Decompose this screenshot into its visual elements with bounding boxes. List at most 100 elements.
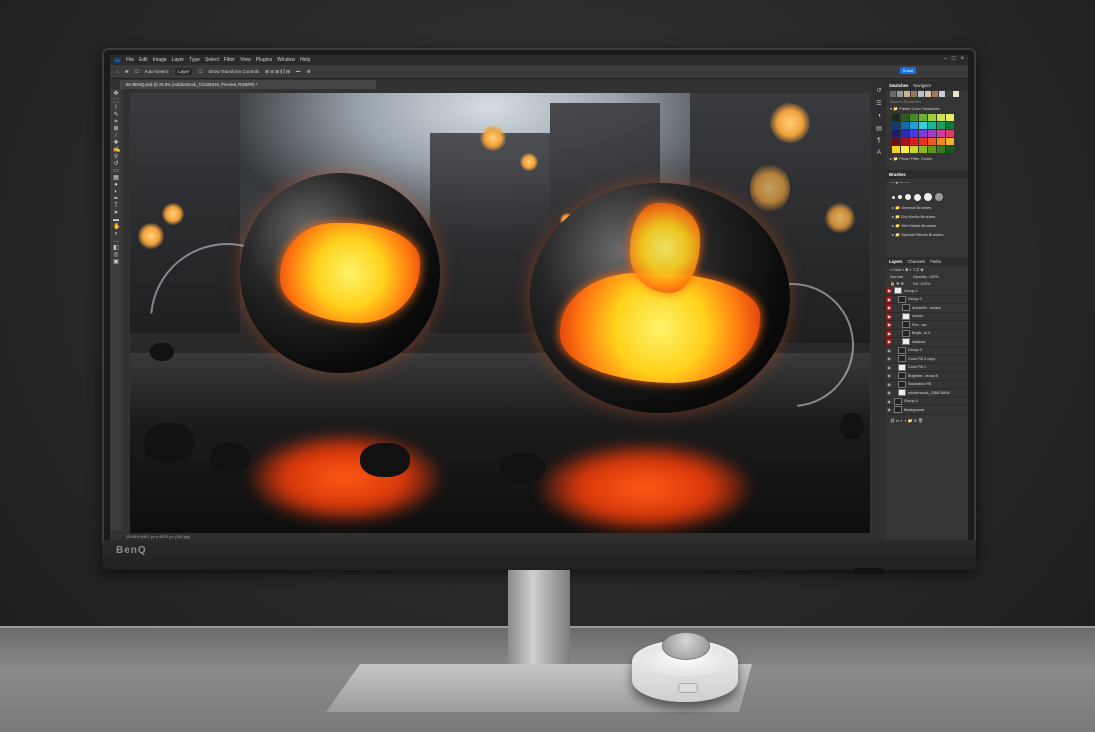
opacity-value[interactable]: 100% — [929, 274, 939, 279]
layer-row[interactable]: ◉ Brigh...st 3 — [886, 329, 968, 338]
swatch[interactable] — [937, 122, 945, 129]
layer-row[interactable]: ◉ Color Fill 1 — [886, 363, 968, 372]
pen-tool-icon[interactable]: ✒ — [113, 196, 119, 202]
menu-file[interactable]: File — [126, 57, 134, 63]
brush-tool-icon[interactable]: ✍ — [113, 147, 120, 153]
screen-mode-icon[interactable]: ▣ — [113, 259, 119, 265]
power-button[interactable] — [854, 568, 884, 574]
swatch[interactable] — [901, 138, 909, 145]
type-tool-icon[interactable]: T — [113, 203, 119, 209]
brush-folder[interactable]: ▸ 📁 Wet Media Brushes — [886, 221, 968, 230]
swatch[interactable] — [901, 130, 909, 137]
menu-help[interactable]: Help — [300, 57, 310, 63]
tab-paths[interactable]: Paths — [930, 259, 941, 264]
gradient-tool-icon[interactable]: ▦ — [113, 175, 119, 181]
swatch[interactable] — [937, 138, 945, 145]
swatch[interactable] — [901, 146, 909, 153]
swatch[interactable] — [928, 146, 936, 153]
dodge-tool-icon[interactable]: ◐ — [113, 189, 119, 195]
swatch[interactable] — [892, 114, 900, 121]
swatch[interactable] — [937, 130, 945, 137]
move-tool-icon[interactable]: ✥ — [113, 91, 119, 97]
visibility-eye-icon[interactable]: ◉ — [886, 363, 892, 371]
tab-channels[interactable]: Channels — [908, 259, 926, 264]
menu-filter[interactable]: Filter — [224, 57, 235, 63]
swatch[interactable] — [919, 138, 927, 145]
swatch[interactable] — [919, 146, 927, 153]
swatch[interactable] — [910, 122, 918, 129]
libraries-icon[interactable]: ▤ — [876, 125, 882, 132]
close-icon[interactable]: × — [960, 56, 964, 62]
visibility-eye-icon[interactable]: ◉ — [886, 380, 892, 388]
visibility-eye-icon[interactable]: ◉ — [886, 321, 892, 329]
lock-icons[interactable]: 🔒 ✥ ⊞ — [890, 281, 904, 286]
swatch-group-photo-filter[interactable]: ▸ 📁 Photo Filter Colors — [886, 155, 968, 162]
brush-size-slider[interactable]: ──●──── — [886, 179, 968, 191]
more-tools-icon[interactable]: … — [113, 238, 119, 244]
menu-select[interactable]: Select — [205, 57, 219, 63]
character-icon[interactable]: A — [877, 150, 881, 156]
marquee-tool-icon[interactable]: ⬚ — [113, 98, 119, 104]
swatch[interactable] — [937, 146, 945, 153]
tab-brushes[interactable]: Brushes — [889, 172, 906, 177]
swatch[interactable] — [901, 114, 909, 121]
swatch[interactable] — [911, 91, 917, 97]
brush-folder[interactable]: ▸ 📁 Dry Media Brushes — [886, 212, 968, 221]
layer-row[interactable]: ◉ Fire...ow — [886, 321, 968, 330]
swatch[interactable] — [919, 122, 927, 129]
history-icon[interactable]: ↺ — [876, 87, 881, 94]
menu-image[interactable]: Image — [153, 57, 167, 63]
swatch[interactable] — [919, 114, 927, 121]
swatch[interactable] — [937, 114, 945, 121]
swatch[interactable] — [925, 91, 931, 97]
layer-row[interactable]: ◉ Brightne...ntrast 6 — [886, 372, 968, 381]
menu-type[interactable]: Type — [189, 57, 200, 63]
swatch[interactable] — [892, 122, 900, 129]
hotkey-puck-dial[interactable] — [662, 632, 710, 660]
maximize-icon[interactable]: □ — [952, 56, 956, 62]
swatch[interactable] — [928, 130, 936, 137]
quick-mask-icon[interactable]: ◎ — [113, 252, 119, 258]
swatch[interactable] — [946, 146, 954, 153]
visibility-eye-icon[interactable]: ◉ — [886, 338, 892, 346]
visibility-eye-icon[interactable]: ◉ — [886, 312, 892, 320]
swatch[interactable] — [892, 138, 900, 145]
swatch[interactable] — [892, 146, 900, 153]
swatch[interactable] — [919, 130, 927, 137]
swatch[interactable] — [946, 130, 954, 137]
tab-swatches[interactable]: Swatches — [889, 83, 908, 88]
more-options-icon[interactable]: ••• — [296, 69, 301, 74]
swatch[interactable] — [939, 91, 945, 97]
hand-tool-icon[interactable]: ✋ — [113, 224, 120, 230]
document-canvas[interactable] — [130, 93, 870, 533]
3d-mode-icon[interactable]: ⚙ — [307, 69, 311, 75]
align-icons[interactable]: ⊞ ⊟ ⊠ ⫼ ⫿ ⊞ — [265, 69, 290, 75]
transform-controls-checkbox[interactable]: ☐ — [198, 69, 202, 75]
layer-row[interactable]: ◉ Background — [886, 406, 968, 415]
swatch[interactable] — [953, 91, 959, 97]
tab-layers[interactable]: Layers — [889, 259, 903, 264]
swatch[interactable] — [928, 114, 936, 121]
swatch[interactable] — [910, 130, 918, 137]
color-swatches-icon[interactable]: ◧ — [113, 245, 119, 251]
auto-select-checkbox[interactable]: ☐ — [135, 69, 139, 75]
brush-preset[interactable] — [914, 193, 921, 201]
swatch[interactable] — [904, 91, 910, 97]
brush-preset[interactable] — [905, 194, 911, 200]
blur-tool-icon[interactable]: ● — [113, 182, 119, 188]
zoom-tool-icon[interactable]: ⌕ — [113, 231, 119, 237]
swatch[interactable] — [897, 91, 903, 97]
fill-value[interactable]: 100% — [920, 281, 930, 286]
move-tool-icon[interactable]: ✥ — [125, 69, 129, 75]
brush-preset[interactable] — [935, 193, 943, 201]
visibility-eye-icon[interactable]: ◉ — [886, 304, 892, 312]
home-icon[interactable]: ⌂ — [116, 69, 119, 74]
menu-view[interactable]: View — [240, 57, 251, 63]
menu-plugins[interactable]: Plugins — [256, 57, 272, 63]
minimize-icon[interactable]: – — [944, 56, 947, 62]
visibility-eye-icon[interactable]: ◉ — [886, 295, 892, 303]
menu-window[interactable]: Window — [277, 57, 295, 63]
visibility-eye-icon[interactable]: ◉ — [886, 287, 892, 295]
swatch[interactable] — [946, 114, 954, 121]
menu-layer[interactable]: Layer — [172, 57, 185, 63]
